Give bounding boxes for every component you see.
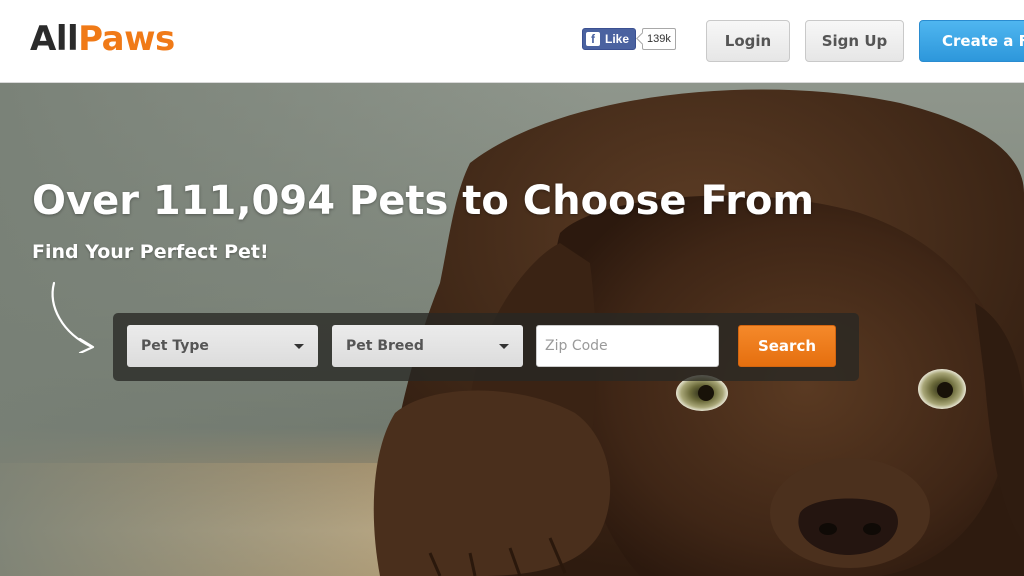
curved-arrow-icon [51,281,95,353]
facebook-like-count: 139k [642,28,676,50]
login-button[interactable]: Login [706,20,790,62]
facebook-like-label: Like [605,32,630,46]
facebook-icon: f [586,32,600,46]
pet-breed-label: Pet Breed [346,338,424,354]
facebook-like-button[interactable]: f Like [582,28,637,50]
pet-search-bar: Pet Type Pet Breed Search [113,313,859,381]
hero-banner: Over 111,094 Pets to Choose From Find Yo… [0,83,1024,576]
logo-text-all: All [30,19,79,59]
allpaws-logo[interactable]: All Paws [30,18,175,60]
hero-title: Over 111,094 Pets to Choose From [32,178,815,224]
facebook-like-widget[interactable]: f Like 139k [582,28,676,50]
pet-breed-select[interactable]: Pet Breed [332,325,523,367]
chevron-down-icon [499,344,509,349]
site-header: All Paws f Like 139k Login Sign Up Create… [0,0,1024,83]
zip-code-input[interactable] [536,325,719,367]
pet-type-label: Pet Type [141,338,209,354]
search-button[interactable]: Search [738,325,836,367]
signup-button[interactable]: Sign Up [805,20,904,62]
hero-subtitle: Find Your Perfect Pet! [32,241,269,263]
pet-type-select[interactable]: Pet Type [127,325,318,367]
logo-text-paws: Paws [78,19,175,59]
create-account-button[interactable]: Create a Fr [919,20,1024,62]
chevron-down-icon [294,344,304,349]
